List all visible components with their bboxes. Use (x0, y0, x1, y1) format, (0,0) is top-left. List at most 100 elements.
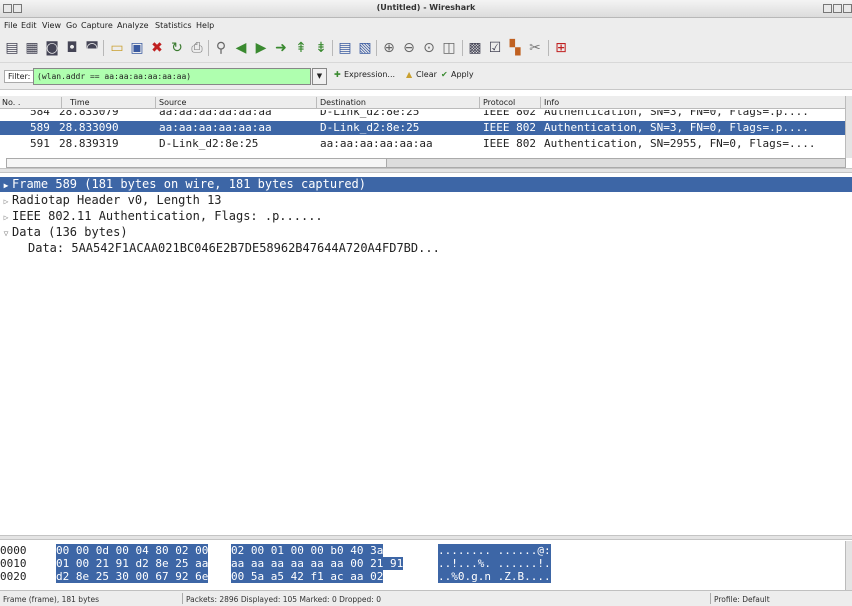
collapse-arrow-icon[interactable]: ▽ (0, 226, 12, 241)
status-profile[interactable]: Profile: Default (714, 595, 770, 604)
open-file-icon[interactable]: ▭ (108, 39, 126, 57)
display-filters-icon[interactable]: ☑ (486, 39, 504, 57)
column-divider[interactable] (155, 97, 156, 108)
go-last-icon[interactable]: ⇟ (312, 39, 330, 57)
title-bar: (Untitled) - Wireshark (0, 0, 852, 18)
packet-row-selected[interactable]: 589 28.833090 aa:aa:aa:aa:aa:aa D-Link_d… (0, 121, 845, 135)
resize-columns-icon[interactable]: ◫ (440, 39, 458, 57)
packet-protocol: IEEE 802 (483, 137, 536, 150)
detail-row-data[interactable]: ▽ Data (136 bytes) (0, 225, 852, 240)
packet-no: 591 (30, 137, 50, 150)
column-header-info[interactable]: Info (544, 98, 559, 107)
list-interfaces-icon[interactable]: ▤ (3, 39, 21, 57)
detail-text: Frame 589 (181 bytes on wire, 181 bytes … (12, 177, 367, 191)
menu-capture[interactable]: Capture (81, 21, 113, 30)
help-icon[interactable]: ⊞ (552, 39, 570, 57)
minimize-icon[interactable] (823, 4, 832, 13)
detail-text: Radiotap Header v0, Length 13 (12, 193, 222, 207)
print-icon[interactable]: ⎙ (188, 39, 206, 57)
status-divider[interactable] (182, 593, 183, 604)
close-icon[interactable] (843, 4, 852, 13)
clear-button[interactable]: Clear (416, 70, 437, 79)
zoom-in-icon[interactable]: ⊕ (380, 39, 398, 57)
menu-go[interactable]: Go (66, 21, 77, 30)
chevron-down-icon[interactable]: ▼ (312, 68, 327, 85)
hex-pane-scrollbar[interactable] (845, 541, 852, 590)
expand-arrow-icon[interactable]: ▶ (0, 178, 12, 193)
detail-row-frame[interactable]: ▶ Frame 589 (181 bytes on wire, 181 bytes… (0, 177, 852, 192)
main-toolbar: ▤ ▦ ◙ ◘ ◚ ▭ ▣ ✖ ↻ ⎙ ⚲ ◀ ▶ ➜ ⇞ ⇟ ▤ ▧ ⊕ ⊖ … (0, 34, 852, 63)
filter-button[interactable]: Filter: (4, 70, 35, 83)
go-back-icon[interactable]: ◀ (232, 39, 250, 57)
normal-size-icon[interactable]: ⊙ (420, 39, 438, 57)
menu-edit[interactable]: Edit (21, 21, 37, 30)
coloring-rules-icon[interactable]: ▚ (506, 39, 524, 57)
column-header-protocol[interactable]: Protocol (483, 98, 515, 107)
column-divider[interactable] (540, 97, 541, 108)
toolbar-separator (548, 40, 549, 56)
hex-bytes: 00 5a a5 42 f1 ac aa 02 (231, 570, 384, 583)
detail-row-radiotap[interactable]: ▷ Radiotap Header v0, Length 13 (0, 193, 852, 208)
stop-capture-icon[interactable]: ◘ (63, 39, 81, 57)
packet-list-header: No. . Time Source Destination Protocol I… (0, 96, 852, 109)
go-first-icon[interactable]: ⇞ (292, 39, 310, 57)
auto-scroll-icon[interactable]: ▧ (356, 39, 374, 57)
close-file-icon[interactable]: ✖ (148, 39, 166, 57)
packet-row[interactable]: 584 28.833079 aa:aa:aa:aa:aa:aa D-Link_d… (0, 110, 845, 119)
status-divider[interactable] (710, 593, 711, 604)
reload-icon[interactable]: ↻ (168, 39, 186, 57)
hex-ascii: ..!...%. ......!. (438, 557, 551, 570)
status-frame-info: Frame (frame), 181 bytes (3, 595, 99, 604)
hex-bytes: 01 00 21 91 d2 8e 25 aa (56, 557, 209, 570)
filter-input[interactable]: (wlan.addr == aa:aa:aa:aa:aa:aa) (33, 68, 311, 85)
packet-destination: D-Link_d2:8e:25 (320, 110, 420, 118)
menu-view[interactable]: View (42, 21, 61, 30)
packet-protocol: IEEE 802 (483, 121, 536, 134)
packet-list-vertical-scrollbar[interactable] (845, 96, 852, 158)
expand-arrow-icon[interactable]: ▷ (0, 194, 12, 209)
packet-source: aa:aa:aa:aa:aa:aa (159, 110, 272, 118)
expand-arrow-icon[interactable]: ▷ (0, 210, 12, 225)
packet-destination: D-Link_d2:8e:25 (320, 121, 420, 134)
packet-time: 28.839319 (59, 137, 119, 150)
detail-row-data-value[interactable]: Data: 5AA542F1ACAA021BC046E2B7DE58962B47… (0, 241, 852, 256)
column-header-time[interactable]: Time (70, 98, 90, 107)
preferences-icon[interactable]: ✂ (526, 39, 544, 57)
go-forward-icon[interactable]: ▶ (252, 39, 270, 57)
packet-time: 28.833079 (59, 110, 119, 118)
start-capture-icon[interactable]: ◙ (43, 39, 61, 57)
column-header-destination[interactable]: Destination (320, 98, 366, 107)
menu-help[interactable]: Help (196, 21, 214, 30)
hex-offset: 0020 (0, 570, 27, 583)
pane-splitter[interactable] (0, 535, 852, 540)
pane-splitter[interactable] (0, 168, 852, 173)
zoom-out-icon[interactable]: ⊖ (400, 39, 418, 57)
toolbar-separator (103, 40, 104, 56)
find-packet-icon[interactable]: ⚲ (212, 39, 230, 57)
packet-source: D-Link_d2:8e:25 (159, 137, 259, 150)
column-divider[interactable] (479, 97, 480, 108)
colorize-icon[interactable]: ▤ (336, 39, 354, 57)
expression-button[interactable]: Expression... (344, 70, 395, 79)
detail-row-ieee80211[interactable]: ▷ IEEE 802.11 Authentication, Flags: .p..… (0, 209, 852, 224)
packet-no: 589 (30, 121, 50, 134)
column-divider[interactable] (316, 97, 317, 108)
save-file-icon[interactable]: ▣ (128, 39, 146, 57)
capture-filters-icon[interactable]: ▩ (466, 39, 484, 57)
column-header-no[interactable]: No. . (2, 98, 20, 107)
menu-file[interactable]: File (4, 21, 17, 30)
column-header-source[interactable]: Source (159, 98, 186, 107)
apply-button[interactable]: Apply (451, 70, 474, 79)
go-to-packet-icon[interactable]: ➜ (272, 39, 290, 57)
hex-bytes: 00 00 0d 00 04 80 02 00 (56, 544, 209, 557)
packet-destination: aa:aa:aa:aa:aa:aa (320, 137, 433, 150)
menu-statistics[interactable]: Statistics (155, 21, 192, 30)
restart-capture-icon[interactable]: ◚ (83, 39, 101, 57)
maximize-icon[interactable] (833, 4, 842, 13)
menu-analyze[interactable]: Analyze (117, 21, 149, 30)
column-divider[interactable] (61, 97, 62, 108)
scrollbar-thumb[interactable] (7, 159, 387, 167)
packet-row[interactable]: 591 28.839319 D-Link_d2:8e:25 aa:aa:aa:a… (0, 137, 845, 151)
capture-options-icon[interactable]: ▦ (23, 39, 41, 57)
toolbar-separator (208, 40, 209, 56)
